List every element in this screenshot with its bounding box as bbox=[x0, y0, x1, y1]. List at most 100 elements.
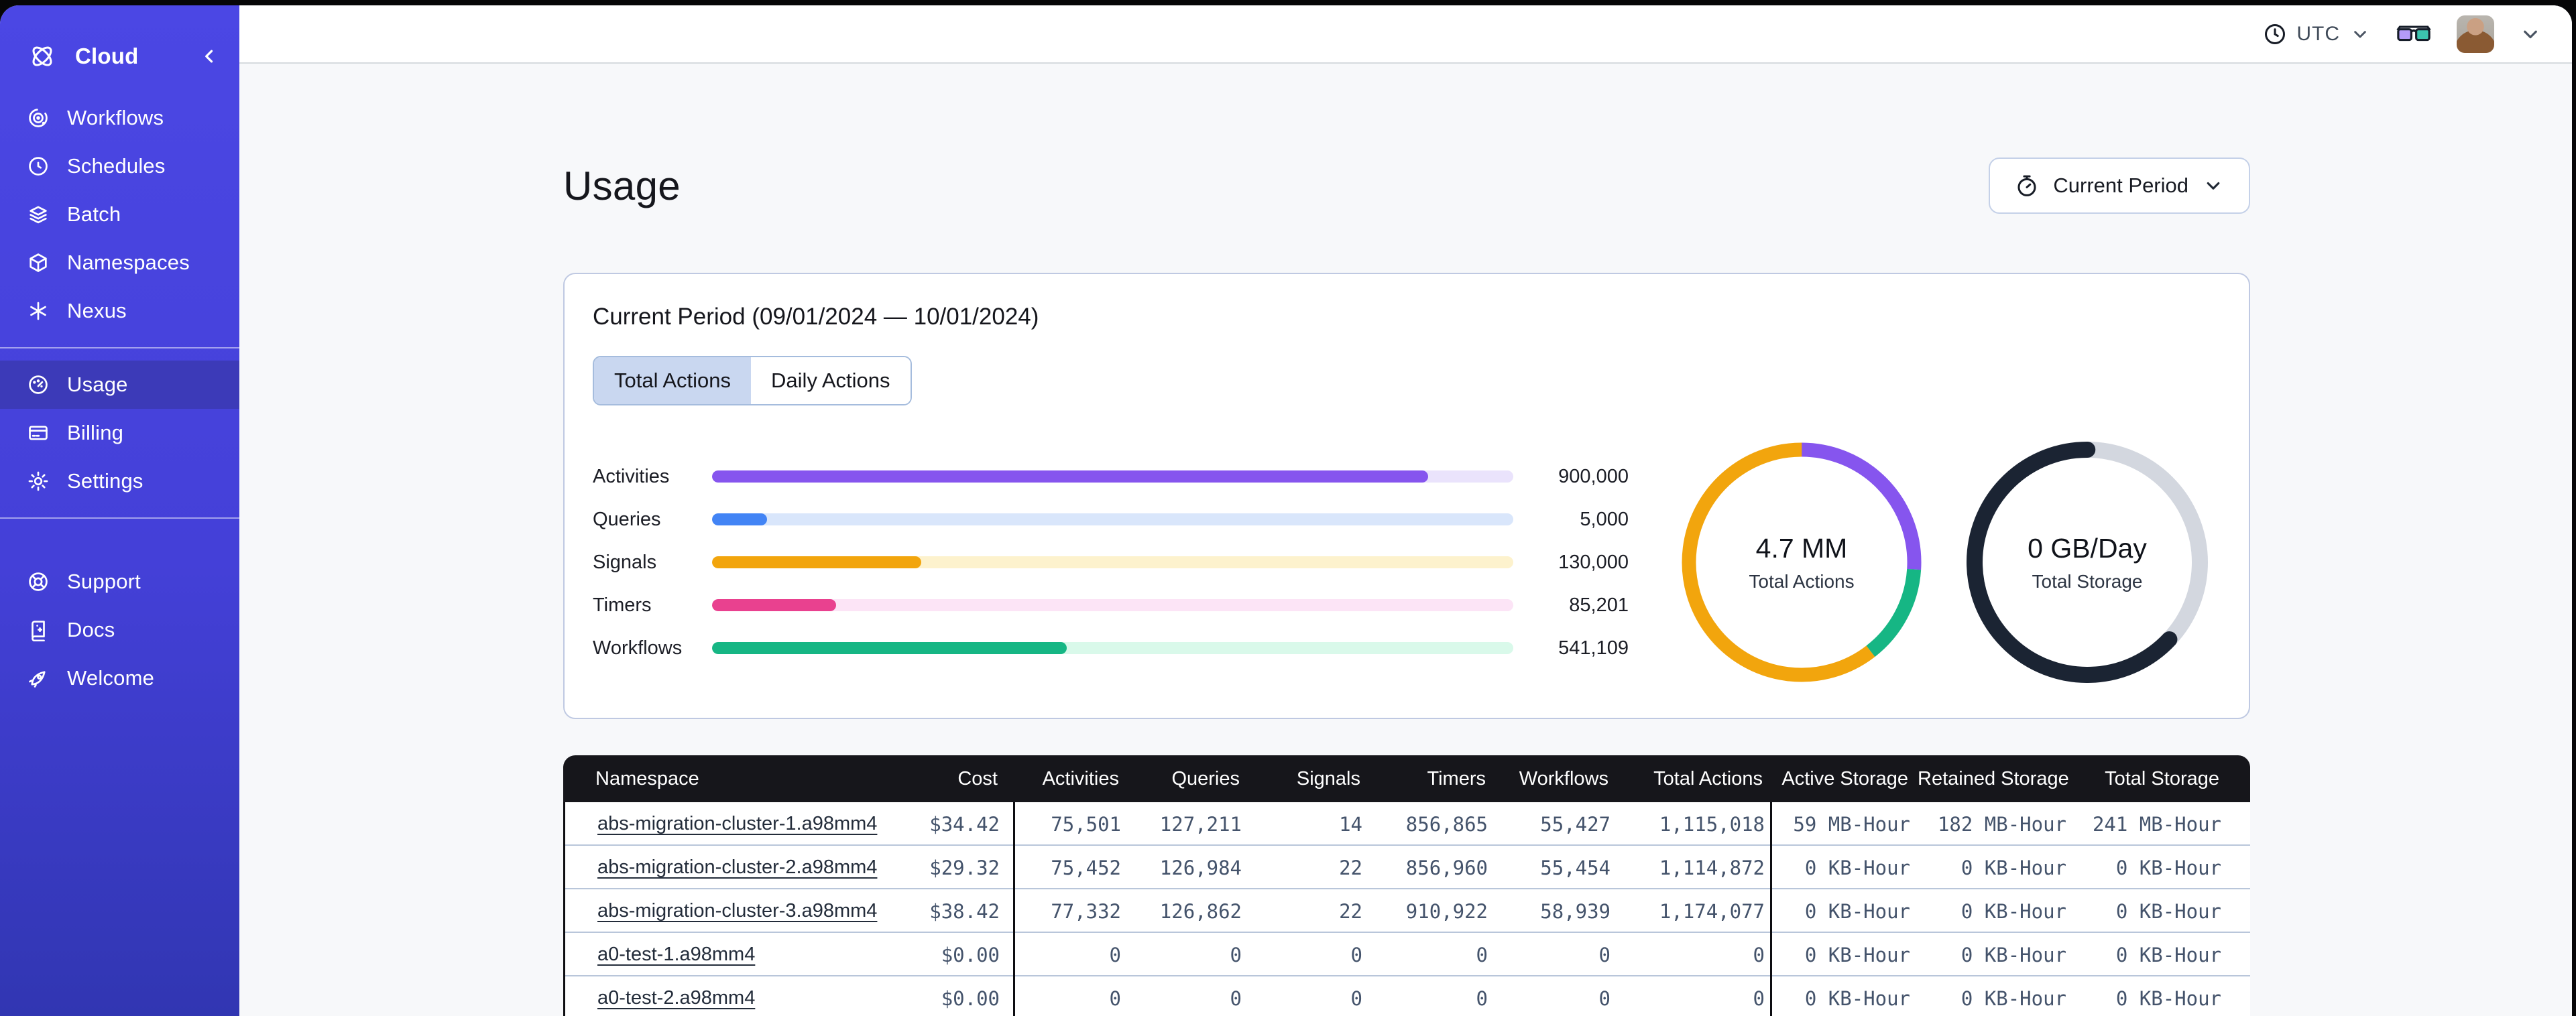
sidebar-item-label: Support bbox=[67, 570, 141, 593]
cell-signals: 22 bbox=[1339, 856, 1362, 879]
sidebar-item-nexus[interactable]: Nexus bbox=[0, 287, 239, 335]
labs-glasses-toggle[interactable] bbox=[2395, 22, 2433, 46]
bar-label: Signals bbox=[593, 551, 657, 573]
welcome-icon bbox=[27, 667, 50, 690]
column-header-activities: Activities bbox=[1042, 767, 1119, 789]
column-header-total-storage: Total Storage bbox=[2105, 767, 2219, 789]
sidebar-item-namespaces[interactable]: Namespaces bbox=[0, 239, 239, 287]
nexus-icon bbox=[27, 300, 50, 322]
bar-track bbox=[712, 470, 1513, 483]
usage-bar-chart: Activities 900,000 Queries 5,000 Signals 130,… bbox=[593, 455, 1629, 670]
bar-label: Timers bbox=[593, 594, 652, 616]
cell-signals: 0 bbox=[1350, 943, 1362, 966]
sidebar-item-label: Batch bbox=[67, 202, 121, 226]
namespace-link[interactable]: abs-migration-cluster-2.a98mm4 bbox=[597, 856, 877, 878]
cell-activities: 0 bbox=[1013, 976, 1126, 1016]
bar-value: 900,000 bbox=[1558, 465, 1629, 487]
support-icon bbox=[27, 570, 50, 593]
cell-signals: 14 bbox=[1339, 812, 1362, 836]
usage-icon bbox=[27, 373, 50, 396]
sidebar-nav-account: Usage Billing Settings bbox=[0, 361, 239, 505]
namespace-link[interactable]: abs-migration-cluster-1.a98mm4 bbox=[597, 813, 877, 834]
cell-workflows: 0 bbox=[1598, 943, 1611, 966]
app-window: Cloud Workflows Schedules Batch Namespaces N… bbox=[0, 5, 2572, 1016]
user-avatar[interactable] bbox=[2457, 15, 2494, 53]
main-area: UTC Usage Current Period Current Period … bbox=[239, 5, 2572, 1016]
cell-workflows: 55,427 bbox=[1540, 812, 1611, 836]
cell-retained_storage: 0 KB-Hour bbox=[1960, 943, 2066, 966]
cell-namespace: a0-test-2.a98mm4 bbox=[565, 987, 882, 1009]
bar-fill bbox=[712, 513, 768, 525]
namespace-link[interactable]: a0-test-1.a98mm4 bbox=[597, 944, 755, 965]
period-dropdown-button[interactable]: Current Period bbox=[1989, 157, 2250, 214]
timezone-selector[interactable]: UTC bbox=[2263, 22, 2371, 46]
sidebar-nav-main: Workflows Schedules Batch Namespaces Nexus bbox=[0, 94, 239, 335]
tab-total-actions[interactable]: Total Actions bbox=[594, 357, 752, 404]
bar-track bbox=[712, 642, 1513, 654]
sidebar-item-batch[interactable]: Batch bbox=[0, 190, 239, 239]
sidebar-item-label: Usage bbox=[67, 373, 128, 396]
billing-icon bbox=[27, 422, 50, 444]
card-title: Current Period (09/01/2024 — 10/01/2024) bbox=[593, 304, 1039, 330]
cell-retained_storage: 0 KB-Hour bbox=[1960, 899, 2066, 923]
sidebar-collapse-icon[interactable] bbox=[198, 45, 221, 68]
table-row: abs-migration-cluster-2.a98mm4 $29.32 75,4… bbox=[565, 846, 2250, 889]
bar-row-timers: Timers 85,201 bbox=[593, 584, 1629, 627]
bar-row-queries: Queries 5,000 bbox=[593, 498, 1629, 541]
table-row: abs-migration-cluster-1.a98mm4 $34.42 75,5… bbox=[565, 802, 2250, 846]
column-header-retained-storage: Retained Storage bbox=[1918, 767, 2069, 789]
sidebar-item-welcome[interactable]: Welcome bbox=[0, 654, 239, 702]
temporal-logo-icon bbox=[32, 46, 52, 66]
sidebar-item-label: Welcome bbox=[67, 666, 155, 690]
current-period-card: Current Period (09/01/2024 — 10/01/2024)… bbox=[563, 273, 2250, 719]
cell-retained_storage: 182 MB-Hour bbox=[1937, 812, 2066, 836]
sidebar-divider bbox=[0, 347, 239, 348]
batch-icon bbox=[27, 203, 50, 226]
table-header: Namespace Cost Activities Queries Signals Tim… bbox=[563, 755, 2250, 802]
cell-total_storage: 0 KB-Hour bbox=[2115, 899, 2221, 923]
cell-namespace: abs-migration-cluster-1.a98mm4 bbox=[565, 813, 882, 835]
column-header-namespace: Namespace bbox=[595, 767, 699, 789]
sidebar-item-settings[interactable]: Settings bbox=[0, 457, 239, 505]
bar-fill bbox=[712, 556, 921, 568]
namespace-link[interactable]: a0-test-2.a98mm4 bbox=[597, 987, 755, 1009]
sidebar-item-usage[interactable]: Usage bbox=[0, 361, 239, 409]
sidebar-logo[interactable]: Cloud bbox=[0, 32, 239, 80]
cell-cost: $29.32 bbox=[929, 856, 1000, 879]
cell-active_storage: 59 MB-Hour bbox=[1770, 802, 1920, 846]
column-header-cost: Cost bbox=[957, 767, 998, 789]
glasses-icon bbox=[2396, 25, 2431, 41]
page-header: Usage Current Period bbox=[563, 157, 2250, 214]
namespace-link[interactable]: abs-migration-cluster-3.a98mm4 bbox=[597, 900, 877, 922]
bar-row-workflows: Workflows 541,109 bbox=[593, 627, 1629, 670]
sidebar-item-workflows[interactable]: Workflows bbox=[0, 94, 239, 142]
total-actions-value: 4.7 MM bbox=[1755, 532, 1848, 564]
cell-queries: 127,211 bbox=[1159, 812, 1242, 836]
cell-timers: 856,865 bbox=[1405, 812, 1488, 836]
sidebar-item-schedules[interactable]: Schedules bbox=[0, 142, 239, 190]
account-menu-chevron-icon[interactable] bbox=[2518, 22, 2542, 46]
cell-total_actions: 0 bbox=[1753, 943, 1765, 966]
bar-track bbox=[712, 599, 1513, 611]
namespaces-icon bbox=[27, 251, 50, 274]
cell-queries: 0 bbox=[1230, 987, 1242, 1010]
sidebar-item-support[interactable]: Support bbox=[0, 558, 239, 606]
sidebar-item-billing[interactable]: Billing bbox=[0, 409, 239, 457]
cell-timers: 910,922 bbox=[1405, 899, 1488, 923]
column-header-queries: Queries bbox=[1171, 767, 1240, 789]
sidebar-item-label: Schedules bbox=[67, 154, 166, 178]
usage-charts: Activities 900,000 Queries 5,000 Signals 130,… bbox=[593, 442, 2221, 683]
cell-total_storage: 0 KB-Hour bbox=[2115, 943, 2221, 966]
cell-total_storage: 0 KB-Hour bbox=[2115, 987, 2221, 1010]
settings-icon bbox=[27, 470, 50, 493]
tab-daily-actions[interactable]: Daily Actions bbox=[751, 357, 911, 404]
bar-label: Activities bbox=[593, 465, 670, 487]
cell-activities: 77,332 bbox=[1013, 889, 1126, 933]
bar-label: Workflows bbox=[593, 637, 683, 659]
timezone-label: UTC bbox=[2296, 22, 2340, 45]
table-row: abs-migration-cluster-3.a98mm4 $38.42 77,3… bbox=[565, 889, 2250, 933]
cell-timers: 0 bbox=[1476, 943, 1488, 966]
sidebar-item-docs[interactable]: Docs bbox=[0, 606, 239, 654]
cell-queries: 126,984 bbox=[1159, 856, 1242, 879]
sidebar: Cloud Workflows Schedules Batch Namespaces N… bbox=[0, 5, 239, 1016]
